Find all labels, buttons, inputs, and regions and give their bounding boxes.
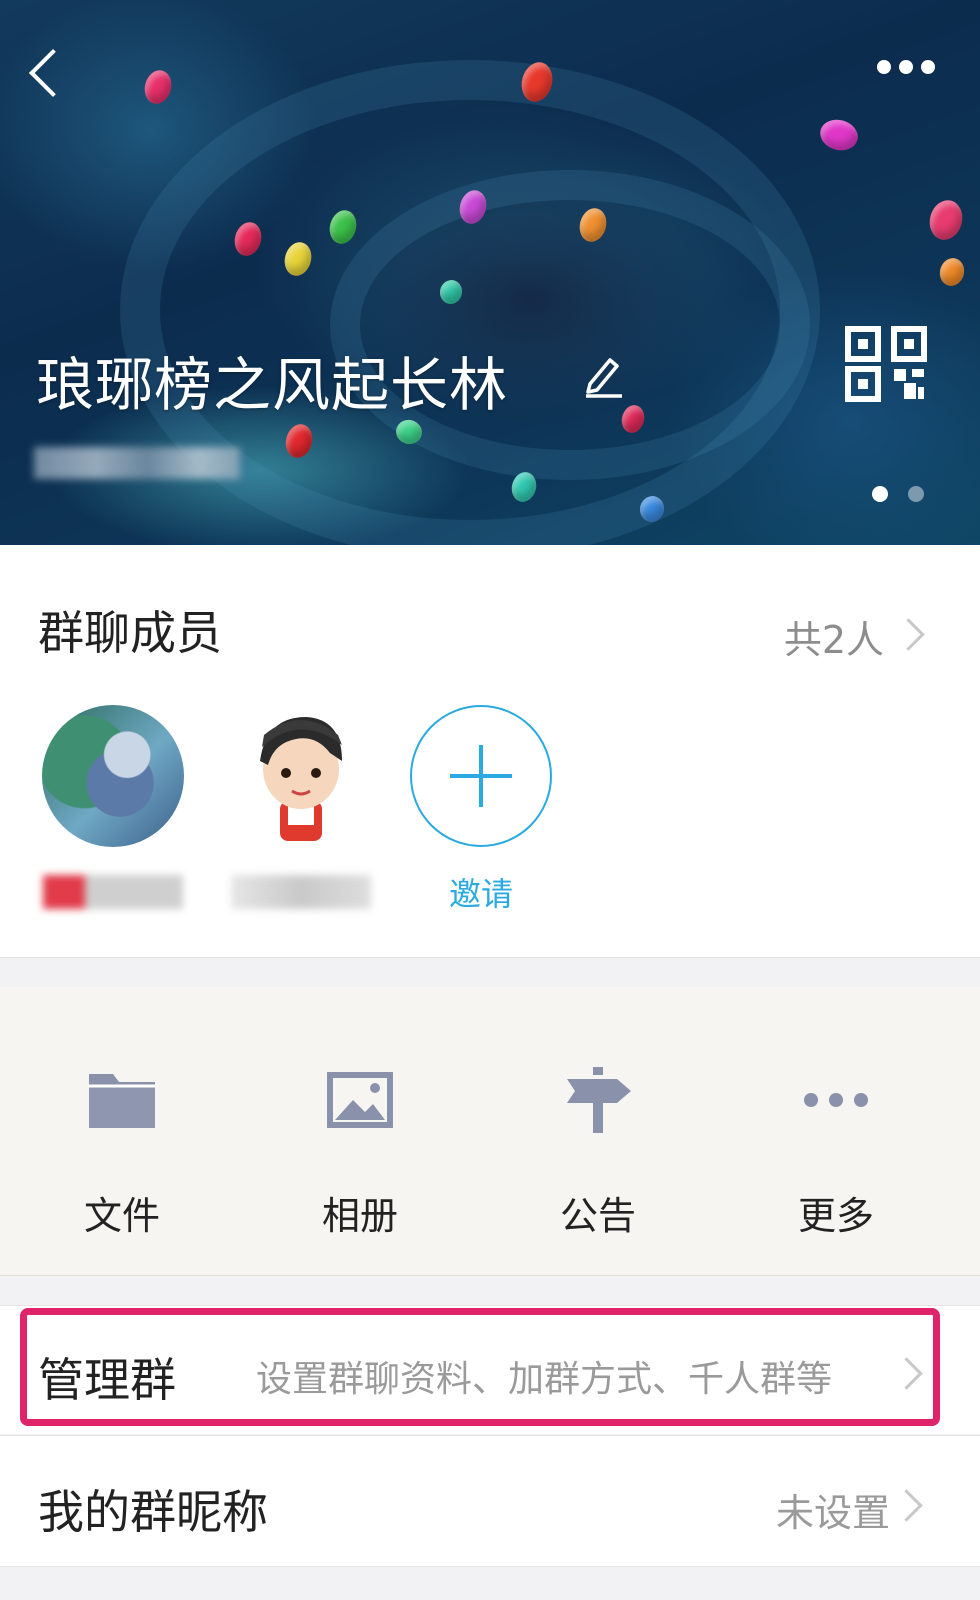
nickname-value: 未设置 (775, 1491, 890, 1535)
page-indicator (872, 486, 924, 502)
member-name-redacted (43, 875, 183, 909)
jellybean (816, 115, 862, 155)
group-header-banner: 琅琊榜之风起长林 (0, 0, 980, 545)
avatar (42, 705, 184, 847)
group-id-redacted (34, 447, 240, 479)
member-item[interactable] (38, 705, 188, 909)
group-tools-bar: 文件 相册 公告 更多 (0, 987, 980, 1276)
cartoon-avatar-icon (260, 717, 342, 841)
jellybean (141, 67, 175, 107)
folder-icon (89, 1074, 155, 1128)
highlight-annotation (20, 1308, 940, 1426)
group-name: 琅琊榜之风起长林 (36, 351, 509, 419)
plus-icon (410, 705, 552, 847)
jellybean (925, 196, 967, 244)
more-dots-icon (877, 60, 891, 74)
members-count[interactable]: 共2人 (784, 609, 884, 664)
tool-label: 公告 (559, 1194, 636, 1238)
my-group-nickname-row[interactable]: 我的群昵称 未设置 (0, 1435, 980, 1567)
members-title: 群聊成员 (38, 606, 222, 660)
image-icon (327, 1072, 393, 1128)
back-button[interactable] (22, 38, 78, 108)
invite-button[interactable]: 邀请 (406, 705, 556, 915)
chevron-right-icon (892, 618, 925, 651)
tool-label: 更多 (797, 1194, 874, 1238)
pencil-icon[interactable] (582, 352, 624, 398)
member-name-redacted (231, 875, 371, 909)
tool-label: 文件 (83, 1194, 160, 1238)
chevron-left-icon (28, 48, 78, 98)
group-members-section[interactable]: 群聊成员 共2人 邀请 (0, 545, 980, 958)
jellybean (936, 255, 968, 289)
member-item[interactable] (226, 705, 376, 909)
tool-announcement[interactable]: 公告 (518, 1065, 678, 1240)
avatar (230, 705, 372, 847)
qr-code-icon[interactable] (845, 326, 927, 402)
invite-label: 邀请 (448, 875, 513, 913)
signpost-icon (567, 1067, 631, 1133)
tool-files[interactable]: 文件 (42, 1065, 202, 1240)
chevron-right-icon (890, 1489, 923, 1522)
tool-label: 相册 (321, 1194, 398, 1238)
tool-album[interactable]: 相册 (280, 1065, 440, 1240)
nickname-title: 我的群昵称 (38, 1485, 268, 1539)
more-dots-icon (804, 1093, 868, 1107)
more-options-button[interactable] (877, 60, 935, 74)
tool-more[interactable]: 更多 (756, 1065, 916, 1240)
